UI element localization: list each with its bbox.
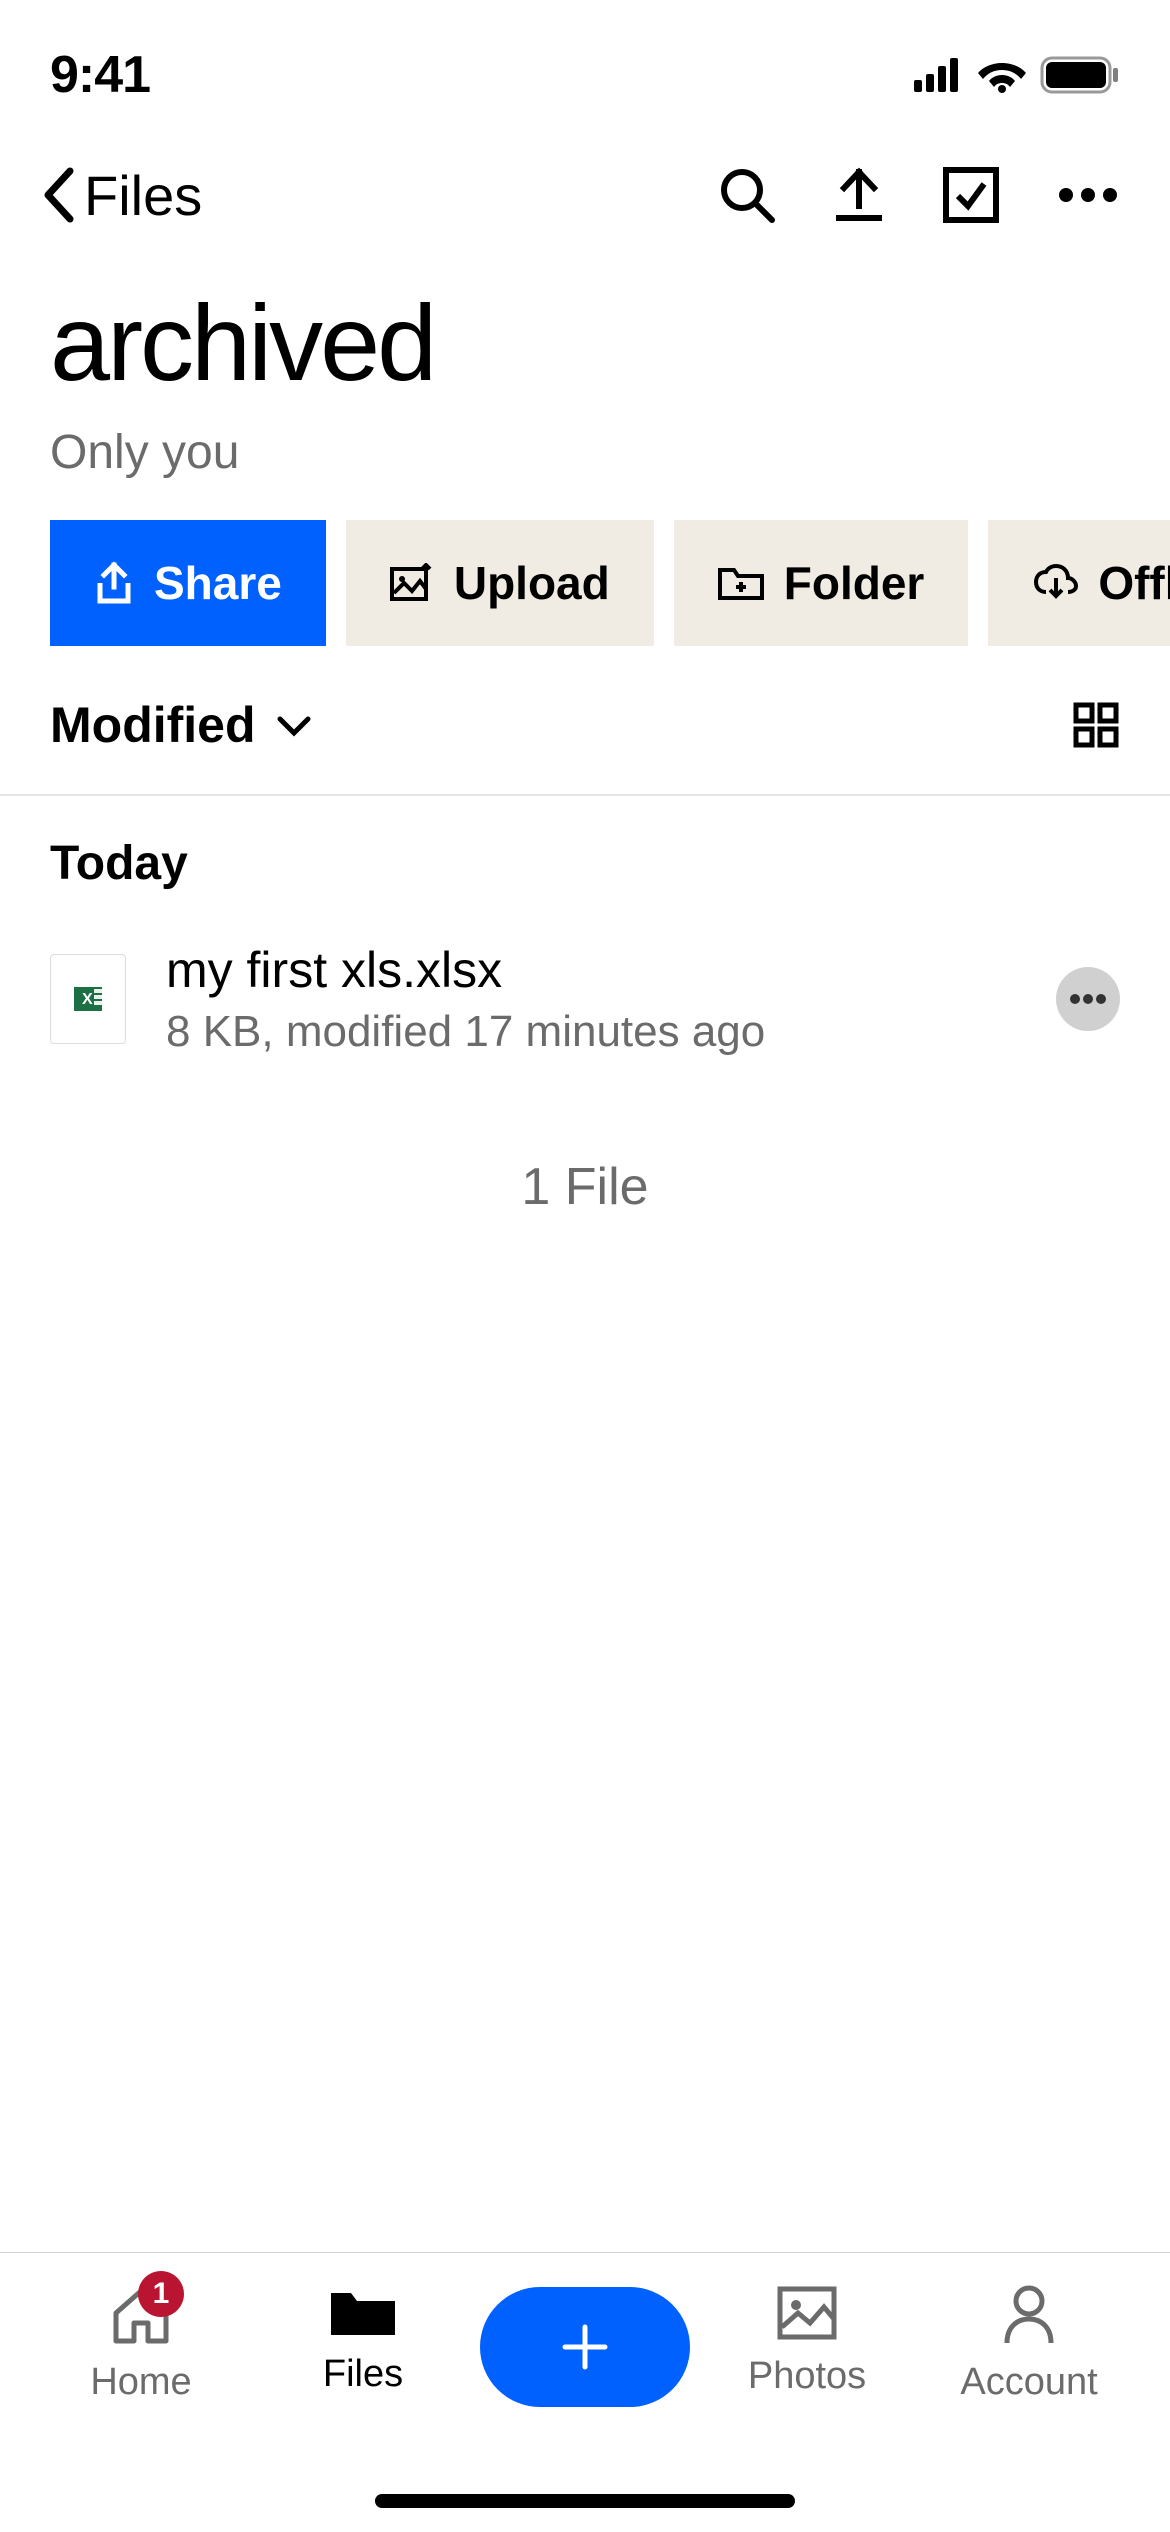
tab-account[interactable]: Account — [944, 2283, 1114, 2404]
svg-text:X: X — [82, 991, 93, 1008]
action-buttons: Share Upload Folder Offlin — [0, 520, 1170, 646]
folder-subtitle: Only you — [0, 405, 1170, 520]
dots-icon — [1068, 993, 1108, 1005]
folder-icon — [327, 2283, 399, 2341]
upload-button[interactable]: Upload — [346, 520, 654, 646]
home-indicator — [375, 2494, 795, 2508]
status-icons — [914, 56, 1120, 94]
file-count: 1 File — [0, 1077, 1170, 1297]
chevron-left-icon — [40, 165, 76, 225]
image-upload-icon — [390, 563, 434, 603]
checkbox-icon[interactable] — [942, 166, 1000, 224]
share-label: Share — [154, 556, 282, 610]
file-info: my first xls.xlsx 8 KB, modified 17 minu… — [166, 941, 1016, 1057]
tab-account-label: Account — [960, 2361, 1097, 2404]
offline-label: Offlin — [1098, 556, 1170, 610]
cellular-icon — [914, 58, 964, 92]
file-type-icon: X — [50, 954, 126, 1044]
share-button[interactable]: Share — [50, 520, 326, 646]
tab-files[interactable]: Files — [278, 2283, 448, 2396]
more-icon[interactable] — [1056, 185, 1120, 205]
chevron-down-icon — [274, 713, 314, 737]
file-name: my first xls.xlsx — [166, 941, 1016, 999]
status-time: 9:41 — [50, 45, 150, 105]
offline-button[interactable]: Offlin — [988, 520, 1170, 646]
add-fab[interactable] — [480, 2287, 690, 2407]
tab-photos[interactable]: Photos — [722, 2283, 892, 2398]
upload-label: Upload — [454, 556, 610, 610]
folder-plus-icon — [718, 564, 764, 602]
file-more-button[interactable] — [1056, 967, 1120, 1031]
wifi-icon — [978, 57, 1026, 93]
excel-icon: X — [68, 979, 108, 1019]
nav-actions — [718, 166, 1120, 224]
tab-photos-label: Photos — [748, 2355, 866, 2398]
tab-add[interactable] — [500, 2283, 670, 2407]
folder-title: archived — [0, 260, 1170, 405]
photos-icon — [774, 2283, 840, 2343]
search-icon[interactable] — [718, 166, 776, 224]
plus-icon — [557, 2319, 613, 2375]
status-bar: 9:41 — [0, 0, 1170, 130]
share-icon — [94, 561, 134, 605]
folder-label: Folder — [784, 556, 925, 610]
sort-row: Modified — [0, 646, 1170, 794]
upload-icon[interactable] — [832, 166, 886, 224]
sort-button[interactable]: Modified — [50, 696, 314, 754]
tab-home-badge: 1 — [138, 2271, 184, 2317]
tab-home-label: Home — [90, 2361, 191, 2404]
file-row[interactable]: X my first xls.xlsx 8 KB, modified 17 mi… — [0, 921, 1170, 1077]
cloud-download-icon — [1032, 564, 1078, 602]
nav-bar: Files — [0, 130, 1170, 260]
back-label: Files — [84, 163, 202, 228]
sort-label: Modified — [50, 696, 256, 754]
back-button[interactable]: Files — [40, 163, 718, 228]
folder-button[interactable]: Folder — [674, 520, 969, 646]
section-today: Today — [0, 796, 1170, 921]
tab-home[interactable]: 1 Home — [56, 2283, 226, 2404]
grid-view-icon[interactable] — [1072, 701, 1120, 749]
tab-bar: 1 Home Files Photos Account — [0, 2252, 1170, 2532]
tab-files-label: Files — [323, 2353, 403, 2396]
battery-icon — [1040, 56, 1120, 94]
account-icon — [999, 2283, 1059, 2349]
file-meta: 8 KB, modified 17 minutes ago — [166, 1007, 1016, 1057]
